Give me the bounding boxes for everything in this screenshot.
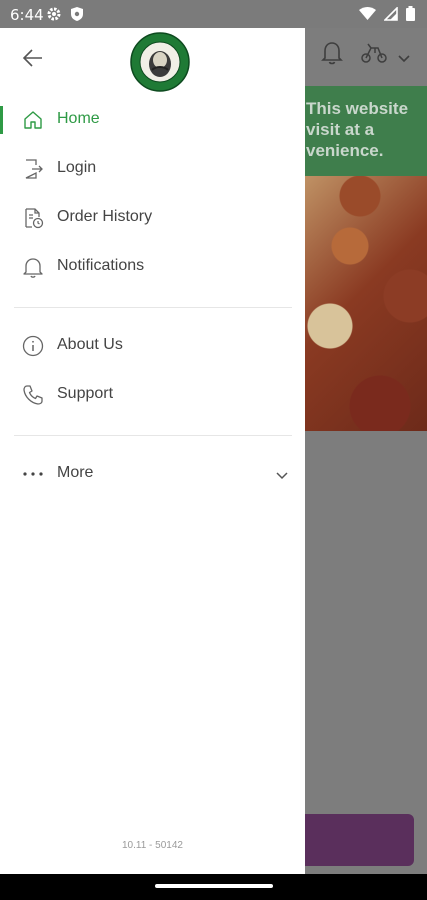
bell-icon [320,40,344,71]
menu-item-home[interactable]: Home [0,98,305,142]
notice-text: This website visit at a venience. [306,99,409,160]
menu-item-label: Login [57,159,97,176]
status-time: 6:44 [10,6,44,24]
system-nav-bar [0,874,427,900]
active-indicator [0,106,3,134]
gear-icon [46,6,62,22]
menu-item-label: Home [57,110,100,127]
bell-icon [22,256,44,278]
back-arrow-icon[interactable] [22,48,44,73]
menu-divider [14,435,292,436]
menu-item-label: Order History [57,208,153,225]
chevron-down-icon[interactable] [276,467,288,485]
menu-item-order-history[interactable]: Order History [0,196,305,240]
app-version: 10.11 - 50142 [122,840,183,851]
shield-icon [70,6,84,22]
status-bar: 6:44 [0,0,427,28]
phone-icon [22,384,44,406]
navigation-drawer: Home Login Order History Notifications A… [0,28,305,874]
scooter-icon [360,43,388,68]
menu-item-login[interactable]: Login [0,147,305,191]
menu-item-notifications[interactable]: Notifications [0,245,305,289]
menu-item-label: More [57,464,94,481]
order-history-icon [22,207,44,229]
chevron-down-icon [398,50,410,68]
menu-item-label: Notifications [57,257,145,274]
menu-item-support[interactable]: Support [0,373,305,417]
menu-item-about-us[interactable]: About Us [0,324,305,368]
info-icon [22,335,44,357]
wifi-icon [359,6,376,21]
menu-item-label: About Us [57,336,123,353]
brand-logo [130,32,190,92]
menu-item-more[interactable]: More [0,452,305,496]
home-indicator[interactable] [155,884,273,888]
menu-divider [14,307,292,308]
login-icon [22,158,44,180]
menu-item-label: Support [57,385,114,402]
battery-icon [406,6,415,21]
home-icon [22,109,44,131]
more-dots-icon [22,463,44,485]
cellular-icon [384,6,398,21]
